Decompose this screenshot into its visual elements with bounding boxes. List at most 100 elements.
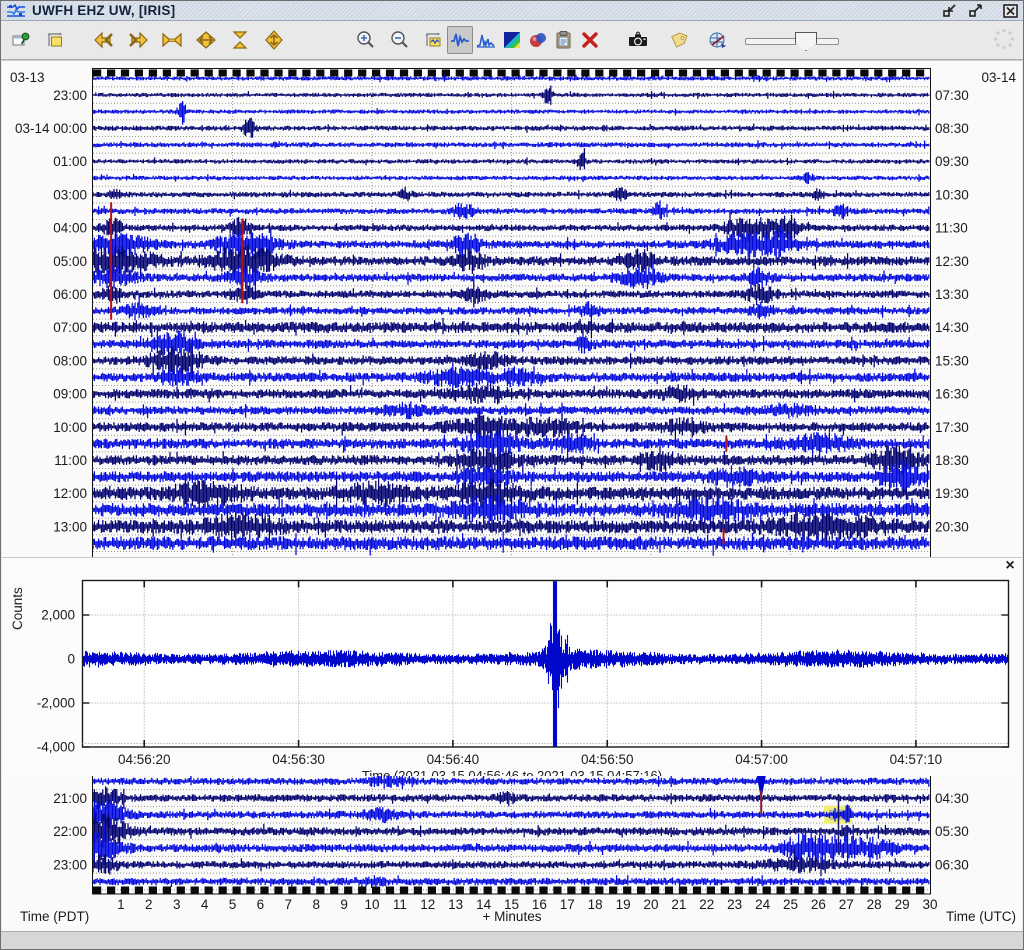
maximize-icon [969,4,983,17]
tag-button[interactable] [665,26,691,54]
rsam-view-button[interactable] [525,26,551,54]
utc-hour-label: 05:30 [935,824,969,839]
pdt-hour-label: 09:00 [53,387,87,402]
counts-tick-label: 2,000 [41,608,75,623]
seismogram-row [93,470,929,516]
titlebar[interactable]: UWFH EHZ UW, [IRIS] [1,1,1023,21]
zoom-out-button[interactable] [387,26,413,54]
zoom-in-icon [356,30,376,50]
seismogram-row [93,294,929,321]
minute-tick-label: 30 [922,897,937,912]
rsam-view-icon [528,30,548,50]
compress-amplitude-button[interactable] [227,26,253,54]
time-tick-label: 04:56:30 [272,752,325,767]
restore-icon [943,4,957,17]
seismogram-row [93,444,929,475]
seismogram-row [93,329,929,355]
tag-icon [668,30,688,50]
map-button[interactable] [705,26,731,54]
counts-axis-label: Counts [10,549,26,669]
helicorder-main-panel[interactable]: 03-1303-1423:0003-14 00:0001:0003:0004:0… [2,64,1022,557]
seismogram-row [93,86,929,105]
seismogram-row [93,812,929,848]
expand-amplitude-icon [264,30,284,50]
time-tick-label: 04:57:00 [735,752,788,767]
compress-time-icon [161,30,183,50]
spectrogram-view-icon [502,30,522,50]
pdt-hour-label: 12:00 [53,486,87,501]
counts-tick-label: -2,000 [37,696,75,711]
snapshot-button[interactable] [625,26,651,54]
pdt-hour-label: 13:00 [53,519,87,534]
seismogram-row [93,148,929,170]
minute-tick-label: 25 [783,897,798,912]
utc-hour-label: 19:30 [935,486,969,501]
utc-hour-label: 04:30 [935,791,969,806]
seismogram-row [93,118,929,138]
minute-tick-label: 7 [285,897,293,912]
pin-icon [12,30,32,50]
minute-tick-label: 27 [839,897,854,912]
compress-amplitude-icon [230,30,250,50]
pdt-hour-label: 08:00 [53,353,87,368]
seismogram-row [93,75,929,83]
seismogram-row [93,490,929,531]
compress-time-button[interactable] [159,26,185,54]
close-window-button[interactable] [1001,3,1019,19]
clipboard-icon [554,30,574,50]
minute-tick-label: 22 [699,897,714,912]
app-icon [6,4,26,18]
camera-icon [627,30,649,50]
pdt-hour-label: 23:00 [53,88,87,103]
waveform-zoom-panel[interactable]: 04:56:2004:56:3004:56:4004:56:5004:57:00… [2,557,1022,777]
seismogram-row [93,343,929,379]
pin-button[interactable] [9,26,35,54]
seismogram-row [93,225,929,259]
pdt-hour-label: 04:00 [53,221,87,236]
zoom-in-button[interactable] [353,26,379,54]
pdt-hour-label: 11:00 [54,453,87,468]
utc-hour-label: 09:30 [935,154,969,169]
remove-icon [581,31,599,49]
expand-amplitude-button[interactable] [261,26,287,54]
minute-tick-label: 21 [671,897,686,912]
minutes-axis-label: + Minutes [483,909,542,924]
maximize-window-button[interactable] [967,3,985,19]
tile-settings-button[interactable] [43,26,69,54]
pdt-hour-label: 22:00 [53,824,87,839]
slider-thumb[interactable] [795,32,817,51]
expand-time-button[interactable] [193,26,219,54]
content-area: 03-1303-1423:0003-14 00:0001:0003:0004:0… [2,60,1022,932]
waveform-view-button[interactable] [447,26,473,54]
scroll-back-button[interactable] [91,26,117,54]
minute-tick-label: 10 [364,897,379,912]
utc-hour-label: 10:30 [935,187,969,202]
scale-settings-button[interactable] [421,26,447,54]
helicorder-main-plot[interactable]: 03-1303-1423:0003-14 00:0001:0003:0004:0… [2,64,1022,557]
minute-tick-label: 12 [420,897,435,912]
seismogram-row [93,140,929,149]
utc-hour-label: 08:30 [935,121,969,136]
slider-track[interactable] [745,38,839,45]
remove-button[interactable] [577,26,603,54]
spectrogram-view-button[interactable] [499,26,525,54]
utc-hour-label: 20:30 [935,519,969,534]
waveform-zoom-plot[interactable]: 04:56:2004:56:3004:56:4004:56:5004:57:00… [2,558,1022,777]
utc-hour-label: 13:30 [935,287,969,302]
time-utc-label: Time (UTC) [946,909,1016,924]
clipboard-button[interactable] [551,26,577,54]
zoom-panel-close-button[interactable]: × [1001,557,1019,575]
restore-window-button[interactable] [941,3,959,19]
minute-tick-label: 17 [560,897,575,912]
waveform-view-icon [450,30,470,50]
counts-tick-label: 0 [67,652,75,667]
tile-settings-icon [46,30,66,50]
minute-tick-label: 2 [145,897,153,912]
scroll-back-icon [93,30,115,50]
scroll-forward-button[interactable] [125,26,151,54]
spectra-view-button[interactable] [473,26,499,54]
time-tick-label: 04:56:20 [118,752,171,767]
minute-tick-label: 28 [867,897,882,912]
speed-slider[interactable] [745,30,837,50]
helicorder-bottom-panel[interactable]: 21:0022:0023:0004:3005:3006:301234567891… [2,776,1022,932]
